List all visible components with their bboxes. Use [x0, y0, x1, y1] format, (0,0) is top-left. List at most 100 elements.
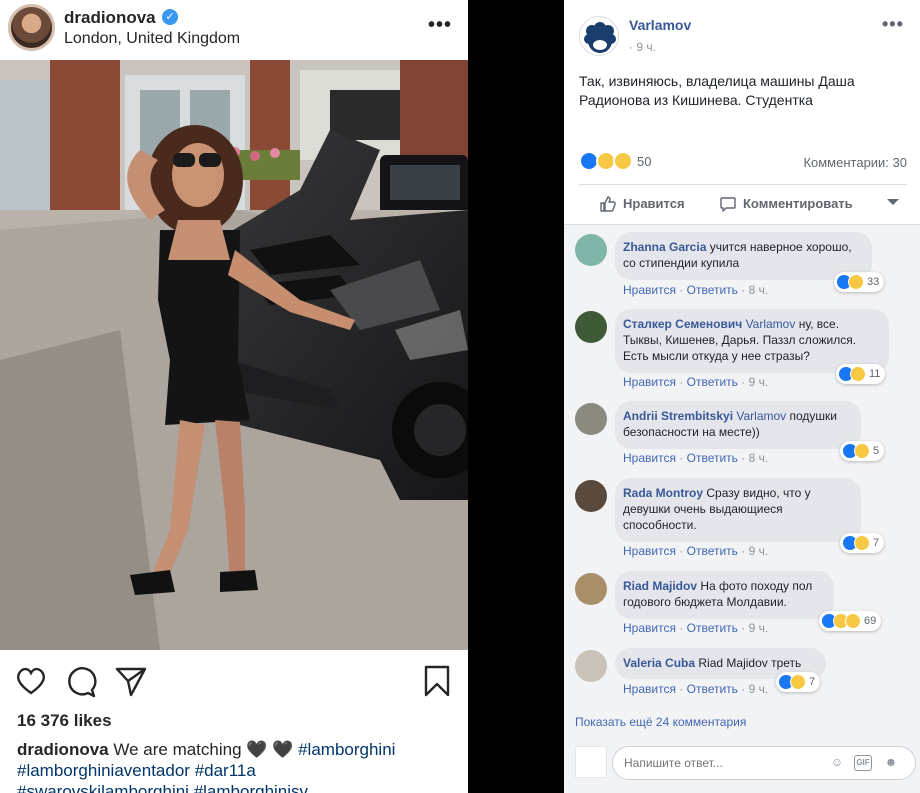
comment-time[interactable]: 9 ч. [749, 375, 769, 389]
comment-meta: Нравится · Ответить · 9 ч. [623, 621, 769, 635]
post-header: dradionova ✓ London, United Kingdom ••• [0, 0, 468, 60]
caption-emoji: 🖤 🖤 [246, 740, 294, 759]
comment-time[interactable]: 8 ч. [749, 283, 769, 297]
like-button[interactable]: Нравится [599, 192, 685, 216]
comment-reply-link[interactable]: Ответить [687, 451, 738, 465]
comment-bubble-icon [720, 197, 736, 212]
divider [579, 184, 907, 185]
wow-reaction-icon [613, 151, 633, 171]
comment-reaction-count: 7 [809, 676, 816, 688]
facebook-post: Varlamov · 9 ч. ••• Так, извиняюсь, влад… [564, 0, 920, 793]
commenter-name[interactable]: Valeria Cuba [623, 656, 695, 670]
more-options-icon[interactable]: ••• [428, 14, 452, 37]
more-options-icon[interactable]: ••• [882, 14, 904, 35]
avatar-logo-icon [584, 22, 616, 53]
post-photo[interactable] [0, 60, 468, 650]
hashtag-link[interactable]: #lamborghiniaventador [17, 761, 190, 780]
emoji-icon[interactable]: ☺ [828, 755, 846, 771]
comment-like-link[interactable]: Нравится [623, 375, 676, 389]
haha-reaction-icon [854, 535, 870, 551]
comment-time[interactable]: 8 ч. [749, 451, 769, 465]
share-icon[interactable] [114, 664, 148, 698]
comment-bubble: Rada Montroy Сразу видно, что у девушки … [615, 478, 861, 542]
commenter-name[interactable]: Сталкер Семенович [623, 317, 742, 331]
commenter-avatar[interactable] [575, 480, 607, 512]
commenter-avatar[interactable] [575, 650, 607, 682]
commenter-avatar[interactable] [575, 311, 607, 343]
comment-bubble: Riad Majidov На фото походу пол годового… [615, 571, 834, 619]
commenter-name[interactable]: Riad Majidov [623, 579, 697, 593]
commenter-name[interactable]: Rada Montroy [623, 486, 703, 500]
show-more-comments-link[interactable]: Показать ещё 24 комментария [575, 715, 746, 729]
hashtag-link[interactable]: #lamborghinisv [194, 782, 308, 793]
comment-mention[interactable]: Varlamov [746, 317, 796, 331]
comment-reaction-count: 69 [864, 615, 877, 627]
photo-illustration [0, 60, 468, 650]
page-avatar[interactable] [579, 16, 619, 56]
comment-reactions[interactable]: 69 [819, 611, 882, 631]
caption-username[interactable]: dradionova [17, 740, 109, 759]
profile-avatar[interactable] [8, 4, 55, 51]
comment-like-link[interactable]: Нравится [623, 544, 676, 558]
post-text: Так, извиняюсь, владелица машины Даша Ра… [579, 73, 855, 108]
profile-username[interactable]: dradionova [64, 8, 156, 28]
haha-reaction-icon [848, 274, 864, 290]
comment-time[interactable]: 9 ч. [749, 544, 769, 558]
post-timestamp[interactable]: · 9 ч. [629, 40, 656, 54]
comment-reply-link[interactable]: Ответить [687, 544, 738, 558]
comment-like-link[interactable]: Нравится [623, 283, 676, 297]
commenter-avatar[interactable] [575, 573, 607, 605]
comment-reactions[interactable]: 7 [776, 672, 821, 692]
comment-reactions[interactable]: 5 [840, 441, 885, 461]
post-actions [0, 650, 468, 710]
commenter-avatar[interactable] [575, 234, 607, 266]
reaction-count[interactable]: 50 [637, 154, 651, 169]
comment-reactions[interactable]: 7 [840, 533, 885, 553]
comment-reactions[interactable]: 11 [836, 364, 886, 384]
comment-reply-link[interactable]: Ответить [687, 375, 738, 389]
comment-like-link[interactable]: Нравится [623, 682, 676, 696]
commenter-avatar[interactable] [575, 403, 607, 435]
hashtag-link[interactable]: #lamborghini [298, 740, 395, 759]
sad-reaction-icon [845, 613, 861, 629]
comment-time[interactable]: 9 ч. [749, 621, 769, 635]
comment-meta: Нравится · Ответить · 8 ч. [623, 283, 769, 297]
comment-like-link[interactable]: Нравится [623, 451, 676, 465]
comment-reply-link[interactable]: Ответить [687, 283, 738, 297]
comment-icon[interactable] [64, 664, 98, 698]
comment-reaction-count: 7 [873, 537, 880, 549]
comment-button[interactable]: Комментировать [719, 192, 853, 216]
comment-mention[interactable]: Varlamov [736, 409, 786, 423]
post-author[interactable]: Varlamov [629, 17, 691, 33]
bookmark-icon[interactable] [420, 664, 454, 698]
comment-meta: Нравится · Ответить · 8 ч. [623, 451, 769, 465]
commenter-name[interactable]: Andrii Strembitskyi [623, 409, 733, 423]
likes-count[interactable]: 16 376 likes [17, 711, 112, 731]
comment-reaction-count: 11 [869, 368, 881, 380]
instagram-post: dradionova ✓ London, United Kingdom ••• [0, 0, 468, 793]
current-user-avatar [575, 746, 607, 778]
comment-like-link[interactable]: Нравится [623, 621, 676, 635]
commenter-name[interactable]: Zhanna Garcia [623, 240, 706, 254]
verified-badge-icon: ✓ [162, 9, 178, 25]
post-location[interactable]: London, United Kingdom [64, 30, 240, 48]
sticker-icon[interactable]: ☻ [882, 755, 900, 771]
heart-icon[interactable] [14, 664, 48, 698]
comments-count[interactable]: Комментарии: 30 [803, 155, 907, 170]
comment-reaction-count: 5 [873, 445, 880, 457]
haha-reaction-icon [854, 443, 870, 459]
thumbs-up-icon [600, 196, 616, 212]
haha-reaction-icon [790, 674, 806, 690]
comment-time[interactable]: 9 ч. [749, 682, 769, 696]
caption-text: We are matching [113, 740, 242, 759]
comment-reply-link[interactable]: Ответить [687, 682, 738, 696]
chevron-down-icon[interactable] [887, 199, 899, 205]
haha-reaction-icon [850, 366, 866, 382]
comment-meta: Нравится · Ответить · 9 ч. [623, 682, 769, 696]
hashtag-link[interactable]: #dar11a [195, 761, 256, 780]
comment-bubble: Andrii Strembitskyi Varlamov подушки без… [615, 401, 861, 449]
comment-reply-link[interactable]: Ответить [687, 621, 738, 635]
hashtag-link[interactable]: #swarovskilamborghini [17, 782, 189, 793]
gif-icon[interactable]: GIF [854, 755, 872, 771]
comment-reactions[interactable]: 33 [834, 272, 885, 292]
